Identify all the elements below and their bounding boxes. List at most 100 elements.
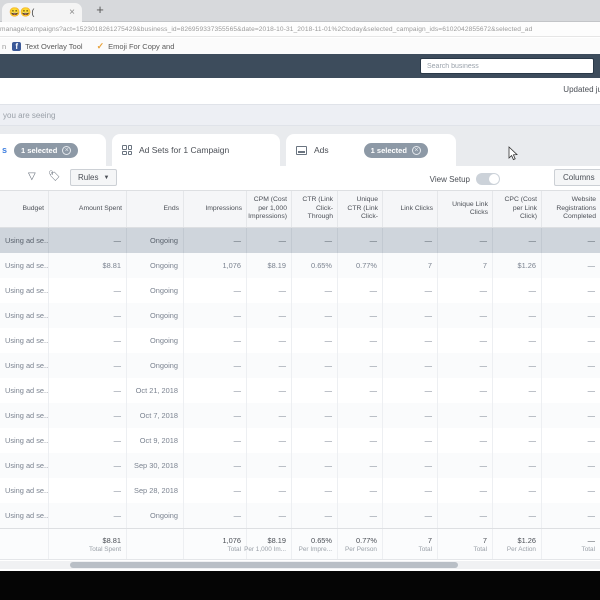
tab-close-icon[interactable]: × [69, 7, 75, 18]
campaigns-selected-badge[interactable]: 1 selected × [14, 143, 78, 158]
table-row[interactable]: Using ad se...—Ongoing———————— [0, 353, 600, 378]
table-row[interactable]: Using ad se...—Oct 9, 2018———————— [0, 428, 600, 453]
clear-selection-icon[interactable]: × [412, 146, 421, 155]
address-bar[interactable]: manage/campaigns?act=1523018261275429&bu… [0, 22, 600, 37]
column-header-clicks[interactable]: Link Clicks [382, 191, 437, 227]
browser-tab[interactable]: 😀😀( × [2, 3, 82, 22]
column-header-uclicks[interactable]: Unique Link Clicks [437, 191, 492, 227]
cell-uclicks: — [437, 478, 492, 503]
table-toolbar: ▽ 🏷 Rules ▼ View Setup Columns [0, 166, 600, 190]
search-input[interactable] [420, 58, 594, 74]
ads-icon [296, 146, 307, 155]
cell-cpm: — [246, 278, 291, 303]
cell-uclicks: — [437, 228, 492, 253]
cell-clicks: — [382, 303, 437, 328]
total-impressions: 1,076Total [183, 529, 246, 559]
cell-reg: — [541, 353, 600, 378]
columns-button[interactable]: Columns [554, 169, 600, 186]
bookmark-label: Text Overlay Tool [25, 42, 82, 51]
scrollbar-thumb[interactable] [70, 562, 458, 568]
column-header-ctr[interactable]: CTR (Link Click-Through [291, 191, 337, 227]
cell-cpm: — [246, 303, 291, 328]
cell-ends: Oct 7, 2018 [126, 403, 183, 428]
column-header-uctr[interactable]: Unique CTR (Link Click- [337, 191, 382, 227]
cell-spent: — [48, 278, 126, 303]
cell-ends: Ongoing [126, 253, 183, 278]
cell-budget: Using ad se... [0, 378, 48, 403]
cell-uctr: — [337, 478, 382, 503]
cell-uclicks: — [437, 353, 492, 378]
tag-icon[interactable]: 🏷 [48, 171, 61, 182]
cell-budget: Using ad se... [0, 478, 48, 503]
rules-label: Rules [78, 173, 98, 182]
table-row[interactable]: Using ad se...—Sep 28, 2018———————— [0, 478, 600, 503]
column-header-impressions[interactable]: Impressions [183, 191, 246, 227]
cell-ends: Oct 9, 2018 [126, 428, 183, 453]
table-row[interactable]: Using ad se...—Ongoing———————— [0, 503, 600, 528]
letterbox-band [0, 571, 600, 600]
horizontal-scrollbar[interactable] [0, 561, 600, 569]
cell-uclicks: — [437, 503, 492, 528]
cell-uclicks: — [437, 278, 492, 303]
tab-ad-sets[interactable]: Ad Sets for 1 Campaign [112, 134, 280, 166]
cell-ctr: — [291, 428, 337, 453]
table-row[interactable]: Using ad se...—Oct 21, 2018———————— [0, 378, 600, 403]
check-icon: ✓ [97, 41, 105, 52]
tab-ads[interactable]: Ads 1 selected × [286, 134, 456, 166]
cell-budget: Using ad se... [0, 278, 48, 303]
browser-tab-title: 😀😀( [9, 7, 34, 18]
ad-sets-icon [122, 145, 132, 155]
cell-uctr: — [337, 503, 382, 528]
table-row[interactable]: Using ad se...—Sep 30, 2018———————— [0, 453, 600, 478]
new-tab-button[interactable]: + [92, 2, 108, 17]
cell-ends: Sep 30, 2018 [126, 453, 183, 478]
cell-reg: — [541, 278, 600, 303]
cell-cpc: — [492, 403, 541, 428]
rules-button[interactable]: Rules ▼ [70, 169, 117, 186]
cell-impressions: — [183, 353, 246, 378]
table-row[interactable]: Using ad se...—Ongoing———————— [0, 228, 600, 253]
cell-clicks: — [382, 428, 437, 453]
cell-impressions: — [183, 478, 246, 503]
cell-ends: Ongoing [126, 303, 183, 328]
bookmark-fragment[interactable]: n [2, 42, 6, 51]
cell-clicks: — [382, 403, 437, 428]
column-header-budget[interactable]: Budget [0, 191, 48, 227]
cell-impressions: — [183, 278, 246, 303]
cell-uclicks: 7 [437, 253, 492, 278]
bookmark-emoji-for-copy[interactable]: ✓ Emoji For Copy and [97, 41, 175, 52]
cell-uctr: — [337, 303, 382, 328]
cell-ends: Ongoing [126, 278, 183, 303]
cell-spent: — [48, 403, 126, 428]
filter-icon[interactable]: ▽ [28, 171, 36, 182]
cell-clicks: — [382, 328, 437, 353]
view-setup-toggle[interactable] [476, 173, 500, 185]
cell-budget: Using ad se... [0, 428, 48, 453]
cell-ctr: 0.65% [291, 253, 337, 278]
table-row[interactable]: Using ad se...—Ongoing———————— [0, 328, 600, 353]
cell-cpc: — [492, 428, 541, 453]
column-header-spent[interactable]: Amount Spent [48, 191, 126, 227]
cell-cpc: — [492, 378, 541, 403]
column-header-cpc[interactable]: CPC (Cost per Link Click) [492, 191, 541, 227]
table-row[interactable]: Using ad se...—Oct 7, 2018———————— [0, 403, 600, 428]
column-header-cpm[interactable]: CPM (Cost per 1,000 Impressions) [246, 191, 291, 227]
table-row[interactable]: Using ad se...$8.81Ongoing1,076$8.190.65… [0, 253, 600, 278]
table-row[interactable]: Using ad se...—Ongoing———————— [0, 303, 600, 328]
cell-clicks: — [382, 453, 437, 478]
cell-spent: — [48, 303, 126, 328]
column-header-ends[interactable]: Ends [126, 191, 183, 227]
clear-selection-icon[interactable]: × [62, 146, 71, 155]
tab-campaigns[interactable]: s 1 selected × [0, 134, 106, 166]
cell-cpc: — [492, 328, 541, 353]
cell-impressions: — [183, 378, 246, 403]
ads-selected-badge[interactable]: 1 selected × [364, 143, 428, 158]
view-setup-control: View Setup [430, 173, 500, 185]
table-row[interactable]: Using ad se...—Ongoing———————— [0, 278, 600, 303]
column-header-reg[interactable]: Website Registrations Completed [541, 191, 600, 227]
cell-impressions: — [183, 428, 246, 453]
cell-cpm: — [246, 453, 291, 478]
cell-cpm: $8.19 [246, 253, 291, 278]
table-body: Using ad se...—Ongoing————————Using ad s… [0, 228, 600, 528]
bookmark-text-overlay-tool[interactable]: f Text Overlay Tool [12, 42, 82, 51]
